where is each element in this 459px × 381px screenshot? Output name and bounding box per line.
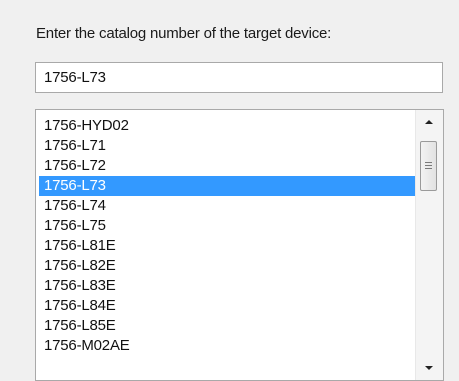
list-item[interactable]: 1756-L83E xyxy=(39,276,417,296)
grip-line xyxy=(425,168,432,169)
grip-line xyxy=(425,165,432,166)
list-item[interactable]: 1756-L71 xyxy=(39,136,417,156)
list-item[interactable]: 1756-L82E xyxy=(39,256,417,276)
list-item[interactable]: 1756-L72 xyxy=(39,156,417,176)
catalog-list-items: 1756-HYD02 1756-L71 1756-L72 1756-L73 17… xyxy=(39,116,417,356)
vertical-scrollbar[interactable] xyxy=(415,110,443,380)
catalog-listbox[interactable]: 1756-HYD02 1756-L71 1756-L72 1756-L73 17… xyxy=(35,109,444,381)
list-item[interactable]: 1756-M02AE xyxy=(39,336,417,356)
dialog-panel: Enter the catalog number of the target d… xyxy=(0,0,459,381)
grip-line xyxy=(425,162,432,163)
list-item-selected[interactable]: 1756-L73 xyxy=(39,176,417,196)
catalog-number-input[interactable]: 1756-L73 xyxy=(35,62,443,93)
chevron-up-icon[interactable] xyxy=(416,110,443,134)
catalog-prompt-label: Enter the catalog number of the target d… xyxy=(36,25,332,42)
scrollbar-thumb[interactable] xyxy=(420,141,437,191)
list-item[interactable]: 1756-L85E xyxy=(39,316,417,336)
list-item[interactable]: 1756-L84E xyxy=(39,296,417,316)
list-item[interactable]: 1756-L75 xyxy=(39,216,417,236)
chevron-down-icon[interactable] xyxy=(416,356,443,380)
list-item[interactable]: 1756-L81E xyxy=(39,236,417,256)
list-item[interactable]: 1756-HYD02 xyxy=(39,116,417,136)
list-item[interactable]: 1756-L74 xyxy=(39,196,417,216)
